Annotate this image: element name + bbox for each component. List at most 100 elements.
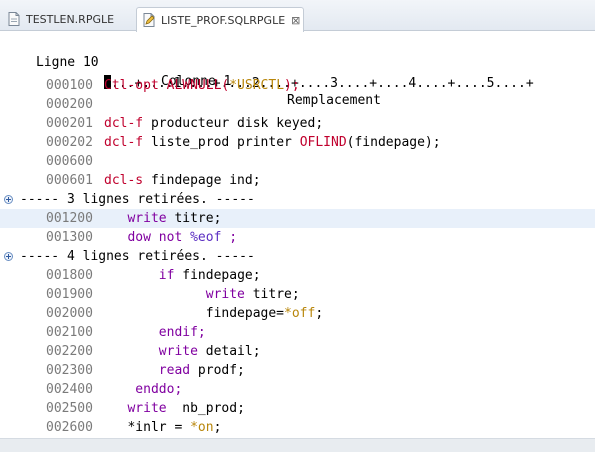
code-text: dcl-f producteur disk keyed; [104,114,323,133]
sequence-number: 000100 [46,78,93,93]
code-line: 002500 write nb_prod; [0,399,595,418]
code-text: dcl-f liste_prod printer OFLIND(findepag… [104,133,441,152]
sequence-number: 002100 [46,325,93,340]
code-token: nb_prod; [182,401,245,416]
tab-label: TESTLEN.RPGLE [26,12,115,26]
expand-icon[interactable] [4,195,13,204]
code-token: dow not [104,230,191,245]
code-text: findepage=*off; [104,304,323,323]
sequence-number: 001300 [46,230,93,245]
tab-label: LISTE_PROF.SQLRPGLE [161,13,286,27]
code-token: endif; [104,325,206,340]
code-token: *on [190,420,214,435]
code-text: Ctl-opt ALWNULL(*USRCTL); [104,76,300,95]
code-token: read [104,363,198,378]
file-icon [6,11,22,27]
code-text: endif; [104,323,206,342]
code-line: 001800 if findepage; [0,266,595,285]
code-token: ; [221,230,238,245]
code-line: 002300 read prodf; [0,361,595,380]
code-token: write [104,401,183,416]
code-line: 002000 findepage=*off; [0,304,595,323]
code-token: Ctl-opt ALWNULL( [104,78,230,93]
code-line: 002200 write detail; [0,342,595,361]
code-token: findepage= [104,306,285,321]
code-token: *USRCTL [229,78,285,93]
edit-file-icon [141,12,157,28]
code-line: 001300 dow not %eof ; [0,228,595,247]
column-ruler: ...+....1....+....2....+....3....+....4.… [0,55,595,91]
code-token: enddo; [104,382,183,397]
code-token: OFLIND [299,135,347,150]
code-token: titre; [252,287,300,302]
sequence-number: 002200 [46,344,93,359]
code-token: ; [213,420,222,435]
code-text: write detail; [104,342,261,361]
sequence-number: 001800 [46,268,93,283]
code-token: write [104,344,206,359]
code-text: write nb_prod; [104,399,245,418]
sequence-number: 000202 [46,135,93,150]
code-token: liste_prod printer [150,135,300,150]
expand-icon[interactable] [4,252,13,261]
sequence-number: 000200 [46,97,93,112]
code-text: read prodf; [104,361,245,380]
code-token: if [104,268,183,283]
code-token: findepage; [182,268,261,283]
code-text: dow not %eof ; [104,228,237,247]
code-line: 000100 Ctl-opt ALWNULL(*USRCTL); [0,76,595,95]
code-line: 001900 write titre; [0,285,595,304]
close-icon[interactable]: ⊠ [291,14,300,27]
code-line: 000200 [0,95,595,114]
code-token: (findepage); [346,135,441,150]
code-token: dcl-f [104,116,151,131]
code-line: 001200 write titre; [0,209,595,228]
code-token: titre; [174,211,222,226]
code-token: producteur disk keyed; [150,116,324,131]
code-token: dcl-s [104,173,151,188]
sequence-number: 002500 [46,401,93,416]
code-token: *off [284,306,316,321]
code-token: dcl-f [104,135,151,150]
sequence-number: 002600 [46,420,93,435]
sequence-number: 000601 [46,173,93,188]
sequence-number: 000201 [46,116,93,131]
collapsed-lines-marker: ----- 3 lignes retirées. ----- [0,190,595,209]
sequence-number: 002300 [46,363,93,378]
collapsed-lines-text: ----- 4 lignes retirées. ----- [20,249,255,264]
sequence-number: 002000 [46,306,93,321]
code-token: %eof [190,230,222,245]
collapsed-lines-marker: ----- 4 lignes retirées. ----- [0,247,595,266]
code-line: 002600 *inlr = *on; [0,418,595,437]
code-line: 000600 [0,152,595,171]
code-token: *inlr = [104,420,191,435]
code-token: prodf; [197,363,245,378]
code-token: findepage ind; [150,173,261,188]
code-token: write [104,287,253,302]
code-line: 000201 dcl-f producteur disk keyed; [0,114,595,133]
collapsed-lines-text: ----- 3 lignes retirées. ----- [20,192,255,207]
code-text: *inlr = *on; [104,418,221,437]
code-line: 002400 enddo; [0,380,595,399]
sequence-number: 001200 [46,211,93,226]
code-text: enddo; [104,380,182,399]
editor-tab-bar: TESTLEN.RPGLE LISTE_PROF.SQLRPGLE ⊠ [0,0,595,32]
code-text: dcl-s findepage ind; [104,171,261,190]
sequence-number: 000600 [46,154,93,169]
code-text: if findepage; [104,266,261,285]
code-text: write titre; [104,209,221,228]
status-line: Ligne 10 Colonne 1 Remplacement [0,34,595,108]
horizontal-scrollbar[interactable] [0,438,595,452]
code-token: detail; [205,344,261,359]
code-line: 000202 dcl-f liste_prod printer OFLIND(fi… [0,133,595,152]
tab-liste-prof[interactable]: LISTE_PROF.SQLRPGLE ⊠ [136,7,304,32]
tab-testlen[interactable]: TESTLEN.RPGLE [2,7,135,31]
code-line: 000601 dcl-s findepage ind; [0,171,595,190]
sequence-number: 002400 [46,382,93,397]
code-token: write [104,211,175,226]
sequence-number: 001900 [46,287,93,302]
code-token: ; [315,306,324,321]
code-text: write titre; [104,285,300,304]
code-line: 002100 endif; [0,323,595,342]
code-token: ); [284,78,300,93]
